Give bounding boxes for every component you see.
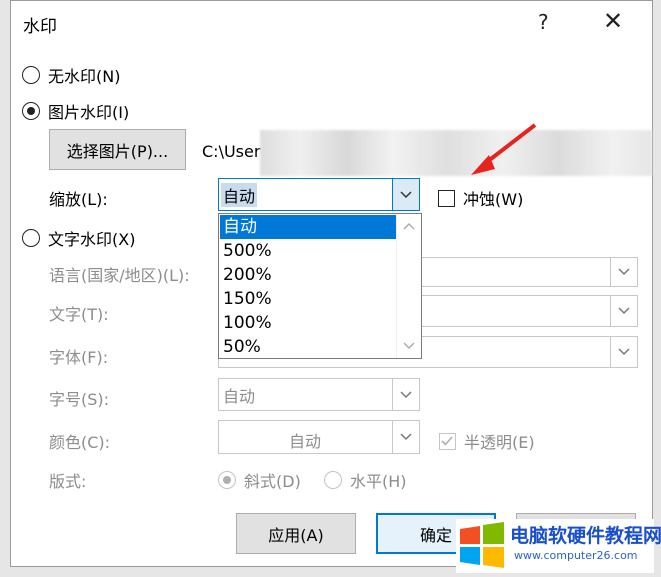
radio-horizontal[interactable]: 水平(H) — [324, 468, 407, 492]
semi-transparent-label: 半透明(E) — [464, 433, 535, 452]
radio-no-watermark[interactable]: 无水印(N) — [22, 63, 120, 87]
scale-combobox[interactable]: 自动 — [218, 178, 420, 211]
select-picture-button[interactable]: 选择图片(P)... — [49, 129, 186, 170]
picture-path: C:\User — [202, 142, 261, 161]
chevron-up-icon — [403, 223, 415, 230]
site-watermark-title: 电脑软硬件教程网 — [510, 525, 661, 547]
scale-value: 自动 — [221, 183, 258, 207]
radio-label: 斜式(D) — [244, 472, 301, 491]
checkmark-icon — [441, 435, 453, 446]
size-label: 字号(S): — [49, 390, 110, 409]
radio-circle[interactable] — [218, 471, 236, 489]
radio-label: 无水印(N) — [48, 67, 121, 86]
color-value: 自动 — [289, 432, 322, 451]
dropdown-option[interactable]: 500% — [220, 239, 398, 263]
dropdown-scrollbar[interactable] — [396, 214, 421, 358]
layout-label: 版式: — [49, 472, 87, 491]
font-label: 字体(F): — [49, 348, 109, 367]
chevron-down-icon[interactable] — [392, 379, 419, 410]
dropdown-option[interactable]: 150% — [220, 287, 398, 311]
dialog-title: 水印 — [23, 17, 57, 37]
semi-transparent-checkbox[interactable] — [439, 432, 456, 450]
radio-circle[interactable] — [22, 66, 40, 84]
close-icon[interactable]: ✕ — [603, 7, 623, 35]
semi-transparent-checkbox-row[interactable]: 半透明(E) — [439, 429, 535, 453]
color-label: 颜色(C): — [49, 433, 111, 452]
radio-label: 图片水印(I) — [48, 103, 130, 122]
size-combobox[interactable]: 自动 — [218, 378, 420, 411]
chevron-down-icon[interactable] — [392, 421, 419, 453]
radio-diagonal[interactable]: 斜式(D) — [218, 468, 301, 492]
red-arrow-annotation — [471, 123, 537, 175]
language-label: 语言(国家/地区)(L): — [49, 266, 190, 285]
scale-dropdown-list[interactable]: 自动 500% 200% 150% 100% 50% — [218, 213, 422, 359]
radio-picture-watermark[interactable]: 图片水印(I) — [22, 99, 129, 123]
site-watermark: 电脑软硬件教程网 www.computer26.com — [456, 519, 661, 573]
chevron-down-icon[interactable] — [610, 337, 637, 367]
dropdown-option[interactable]: 100% — [220, 311, 398, 335]
radio-label: 文字水印(X) — [48, 230, 136, 249]
apply-button[interactable]: 应用(A) — [236, 513, 356, 554]
dropdown-option[interactable]: 200% — [220, 263, 398, 287]
blurred-path-redaction — [260, 130, 652, 176]
washout-checkbox[interactable] — [438, 189, 455, 207]
chevron-down-icon[interactable] — [610, 258, 637, 286]
title-bar: 水印 ? ✕ — [11, 1, 652, 45]
windows-logo-icon — [460, 522, 504, 568]
color-combobox[interactable]: 自动 — [218, 420, 420, 454]
scale-label: 缩放(L): — [49, 190, 108, 209]
radio-circle[interactable] — [22, 229, 40, 247]
watermark-dialog: 水印 ? ✕ 无水印(N) 图片水印(I) 选择图片(P)... C:\User… — [10, 0, 653, 567]
radio-circle[interactable] — [22, 102, 40, 120]
dropdown-option[interactable]: 50% — [220, 335, 398, 359]
chevron-down-icon[interactable] — [392, 179, 419, 210]
radio-label: 水平(H) — [350, 472, 407, 491]
radio-circle[interactable] — [324, 471, 342, 489]
washout-label: 冲蚀(W) — [463, 190, 524, 209]
washout-checkbox-row[interactable]: 冲蚀(W) — [438, 186, 523, 210]
chevron-down-icon[interactable] — [610, 296, 637, 326]
text-label: 文字(T): — [49, 305, 109, 324]
size-value: 自动 — [223, 387, 256, 406]
help-icon[interactable]: ? — [538, 10, 549, 34]
dropdown-option[interactable]: 自动 — [220, 215, 398, 239]
site-watermark-url: www.computer26.com — [514, 549, 638, 562]
chevron-down-icon — [403, 342, 415, 349]
radio-text-watermark[interactable]: 文字水印(X) — [22, 226, 135, 250]
